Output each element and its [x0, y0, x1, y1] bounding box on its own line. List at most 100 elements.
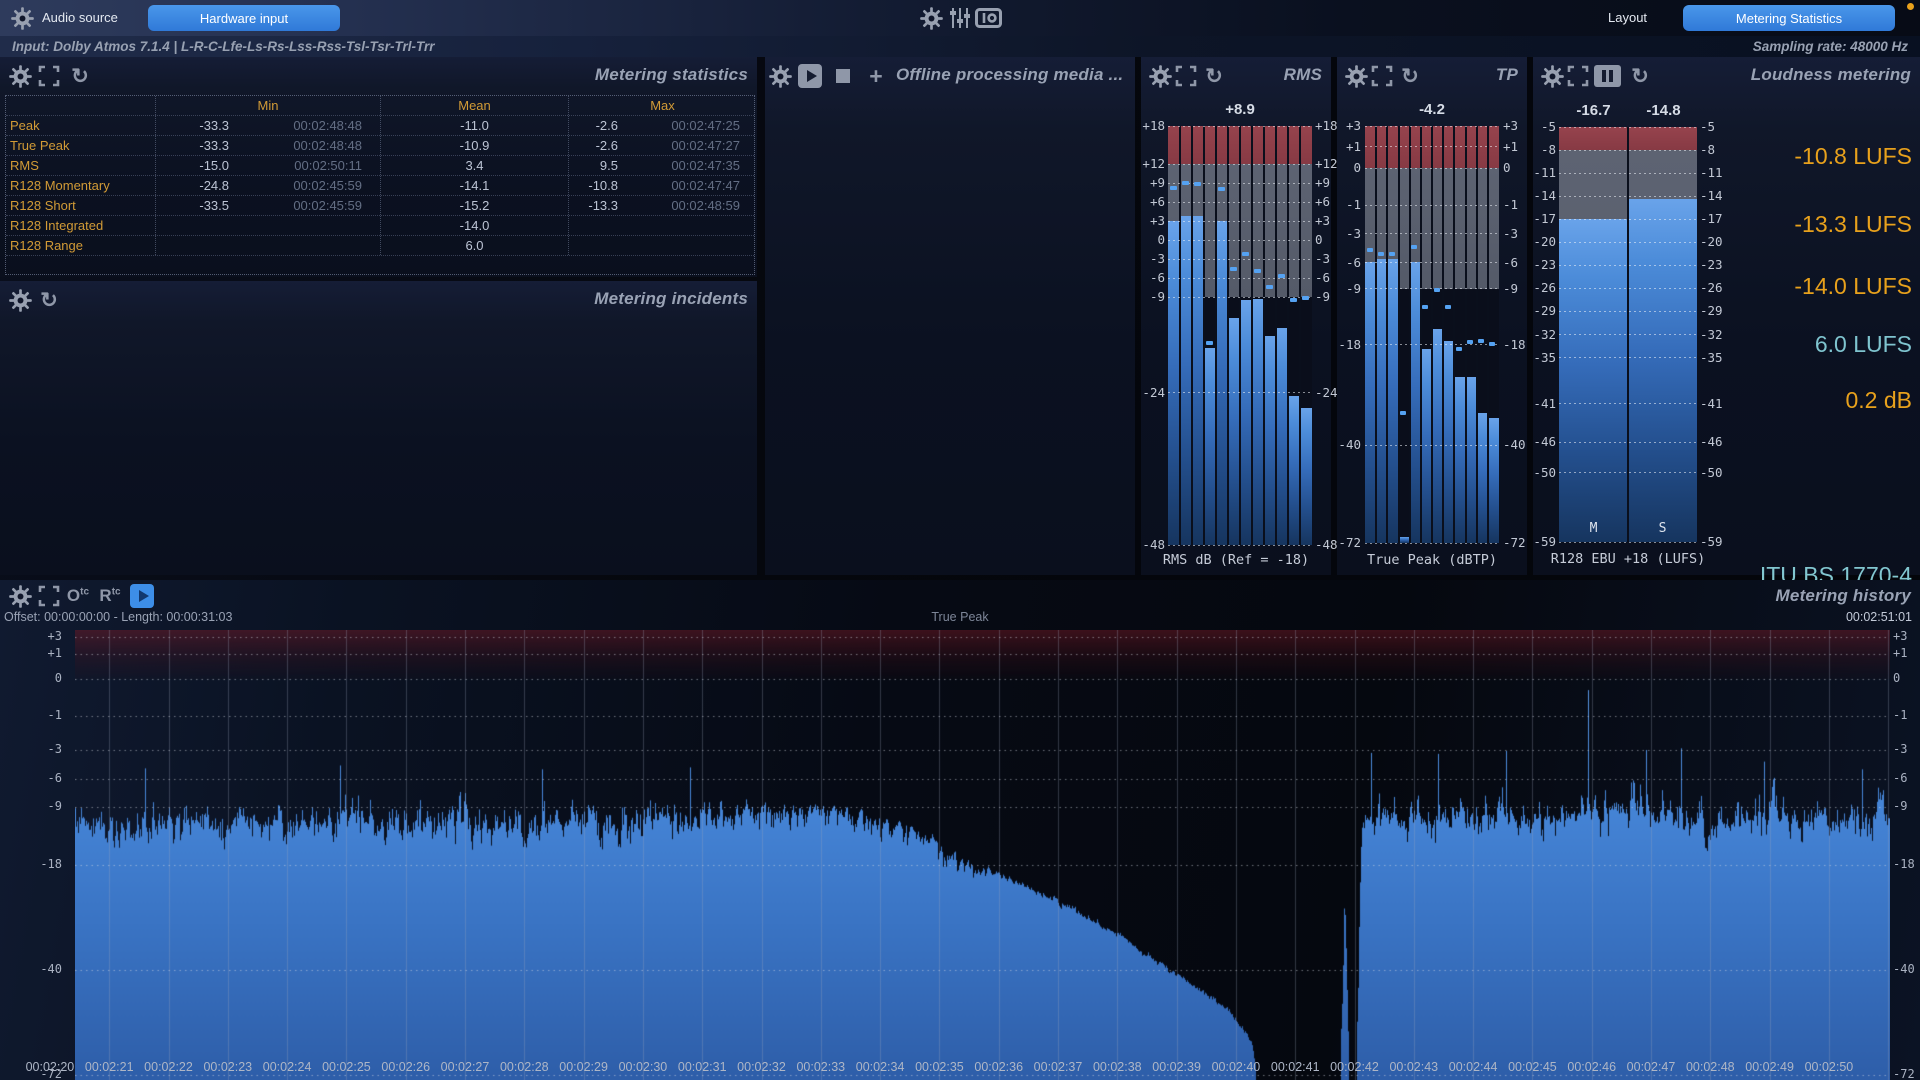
input-format-info: Input: Dolby Atmos 7.1.4 | L-R-C-Lfe-Ls-…	[12, 39, 435, 54]
history-time-label: 00:02:29	[553, 1060, 615, 1074]
peak-hold-marker	[1400, 411, 1406, 415]
rms-meter-panel: ↻ RMS +8.9 RMS dB (Ref = -18) +18+18+12+…	[1141, 57, 1331, 575]
truepeak-meter-panel: ↻ TP -4.2 True Peak (dBTP) +3+3+1+100-1-…	[1337, 57, 1527, 575]
history-y-tick: -6	[14, 771, 62, 785]
history-expand-icon[interactable]	[37, 584, 61, 608]
table-row: R128 Momentary-24.800:02:45:59-14.1-10.8…	[6, 176, 754, 196]
history-y-tick: -40	[14, 962, 62, 976]
meter-scale-gridline	[1559, 150, 1697, 151]
offline-play-button[interactable]	[798, 64, 822, 88]
rms-gear-icon[interactable]	[1148, 64, 1172, 88]
layout-label[interactable]: Layout	[1608, 10, 1647, 25]
meter-tick-label: 0	[1141, 232, 1165, 247]
meter-tick-label: 0	[1503, 160, 1511, 175]
io-routing-icon[interactable]	[974, 6, 1002, 30]
stats-expand-icon[interactable]	[37, 64, 61, 88]
history-y-tick: 0	[1893, 671, 1900, 685]
meter-tick-label: -29	[1533, 303, 1556, 318]
peak-hold-marker	[1242, 252, 1249, 256]
loudness-expand-icon[interactable]	[1566, 64, 1590, 88]
readout-value: -13.3 LUFS	[1794, 211, 1912, 238]
meter-tick-label: -6	[1337, 255, 1361, 270]
offline-processing-panel: + Offline processing media ...	[765, 57, 1135, 575]
meter-scale-gridline	[1559, 442, 1697, 443]
momentary-bar-value: -16.7	[1559, 102, 1628, 119]
table-row: R128 Short-33.500:02:45:59-15.2-13.300:0…	[6, 196, 754, 216]
history-time-label: 00:02:22	[138, 1060, 200, 1074]
history-time-label: 00:02:33	[790, 1060, 852, 1074]
meter-tick-label: -40	[1503, 437, 1526, 452]
loudness-gear-icon[interactable]	[1540, 64, 1564, 88]
settings-gear-icon[interactable]	[919, 6, 943, 30]
tp-reset-icon[interactable]: ↻	[1398, 64, 1422, 88]
mixer-sliders-icon[interactable]	[948, 6, 972, 30]
history-offset-timecode-icon[interactable]: Otc	[66, 584, 90, 608]
meter-scale-gridline	[1559, 196, 1697, 197]
meter-tick-label: -72	[1337, 535, 1361, 550]
meter-tick-label: +1	[1503, 139, 1518, 154]
meter-column-separator	[1453, 126, 1455, 543]
meter-scale-gridline	[1365, 146, 1499, 147]
meter-column-separator	[1465, 126, 1467, 543]
incidents-gear-icon[interactable]	[8, 288, 32, 312]
history-play-button[interactable]	[130, 584, 154, 608]
peak-hold-marker	[1290, 298, 1297, 302]
offline-gear-icon[interactable]	[768, 64, 792, 88]
peak-hold-marker	[1367, 248, 1373, 252]
tp-gear-icon[interactable]	[1344, 64, 1368, 88]
history-time-label: 00:02:21	[78, 1060, 140, 1074]
peak-hold-marker	[1182, 181, 1189, 185]
meter-column-separator	[1191, 126, 1193, 545]
history-time-label: 00:02:50	[1798, 1060, 1860, 1074]
loudness-pause-button[interactable]	[1593, 64, 1622, 88]
meter-column-separator	[1215, 126, 1217, 545]
meter-tick-label: -3	[1315, 251, 1330, 266]
history-time-label: 00:02:46	[1561, 1060, 1623, 1074]
statistics-table: Min Mean Max Peak-33.300:02:48:48-11.0-2…	[5, 95, 755, 275]
truepeak-history-graph[interactable]	[75, 630, 1890, 1080]
rms-reset-icon[interactable]: ↻	[1202, 64, 1226, 88]
history-time-label: 00:02:28	[493, 1060, 555, 1074]
peak-hold-marker	[1266, 285, 1273, 289]
meter-bar	[1488, 418, 1499, 543]
offline-add-button[interactable]: +	[864, 64, 888, 88]
audio-source-gear-icon[interactable]	[10, 6, 34, 30]
meter-tick-label: +9	[1315, 175, 1330, 190]
meter-tick-label: -35	[1533, 350, 1556, 365]
meter-tick-label: -32	[1533, 327, 1556, 342]
history-time-label: 00:02:48	[1679, 1060, 1741, 1074]
rms-expand-icon[interactable]	[1174, 64, 1198, 88]
meter-tick-label: -3	[1337, 226, 1361, 241]
peak-hold-marker	[1411, 245, 1417, 249]
meter-scale-gridline	[1559, 288, 1697, 289]
stats-reset-icon[interactable]: ↻	[68, 64, 92, 88]
offline-stop-button[interactable]	[831, 64, 855, 88]
meter-scale-gridline	[1365, 126, 1499, 127]
meter-scale-gridline	[1559, 472, 1697, 473]
history-y-tick: -18	[14, 857, 62, 871]
history-time-label: 00:02:41	[1264, 1060, 1326, 1074]
history-gear-icon[interactable]	[8, 584, 32, 608]
stats-gear-icon[interactable]	[8, 64, 32, 88]
readout-value: -14.0 LUFS	[1794, 273, 1912, 300]
readout-value: 0.2 dB	[1846, 387, 1913, 414]
history-time-label: 00:02:38	[1086, 1060, 1148, 1074]
incidents-reset-icon[interactable]: ↻	[37, 288, 61, 312]
meter-tick-label: -72	[1503, 535, 1526, 550]
history-y-tick: -3	[14, 742, 62, 756]
meter-column-separator	[1203, 126, 1205, 545]
peak-hold-marker	[1278, 274, 1285, 278]
tp-expand-icon[interactable]	[1370, 64, 1394, 88]
meter-column-separator	[1287, 126, 1289, 545]
meter-scale-gridline	[1168, 392, 1312, 393]
lufs-scale-caption: R128 EBU +18 (LUFS)	[1533, 551, 1723, 567]
meter-scale-gridline	[1365, 288, 1499, 289]
loudness-reset-icon[interactable]: ↻	[1628, 64, 1652, 88]
meter-tick-label: -59	[1533, 534, 1556, 549]
history-return-timecode-icon[interactable]: Rtc	[98, 584, 122, 608]
meter-tick-label: -29	[1700, 303, 1723, 318]
metering-statistics-button[interactable]: Metering Statistics	[1683, 5, 1895, 31]
hardware-input-button[interactable]: Hardware input	[148, 5, 340, 31]
meter-scale-gridline	[1559, 403, 1697, 404]
meter-tick-label: -40	[1337, 437, 1361, 452]
